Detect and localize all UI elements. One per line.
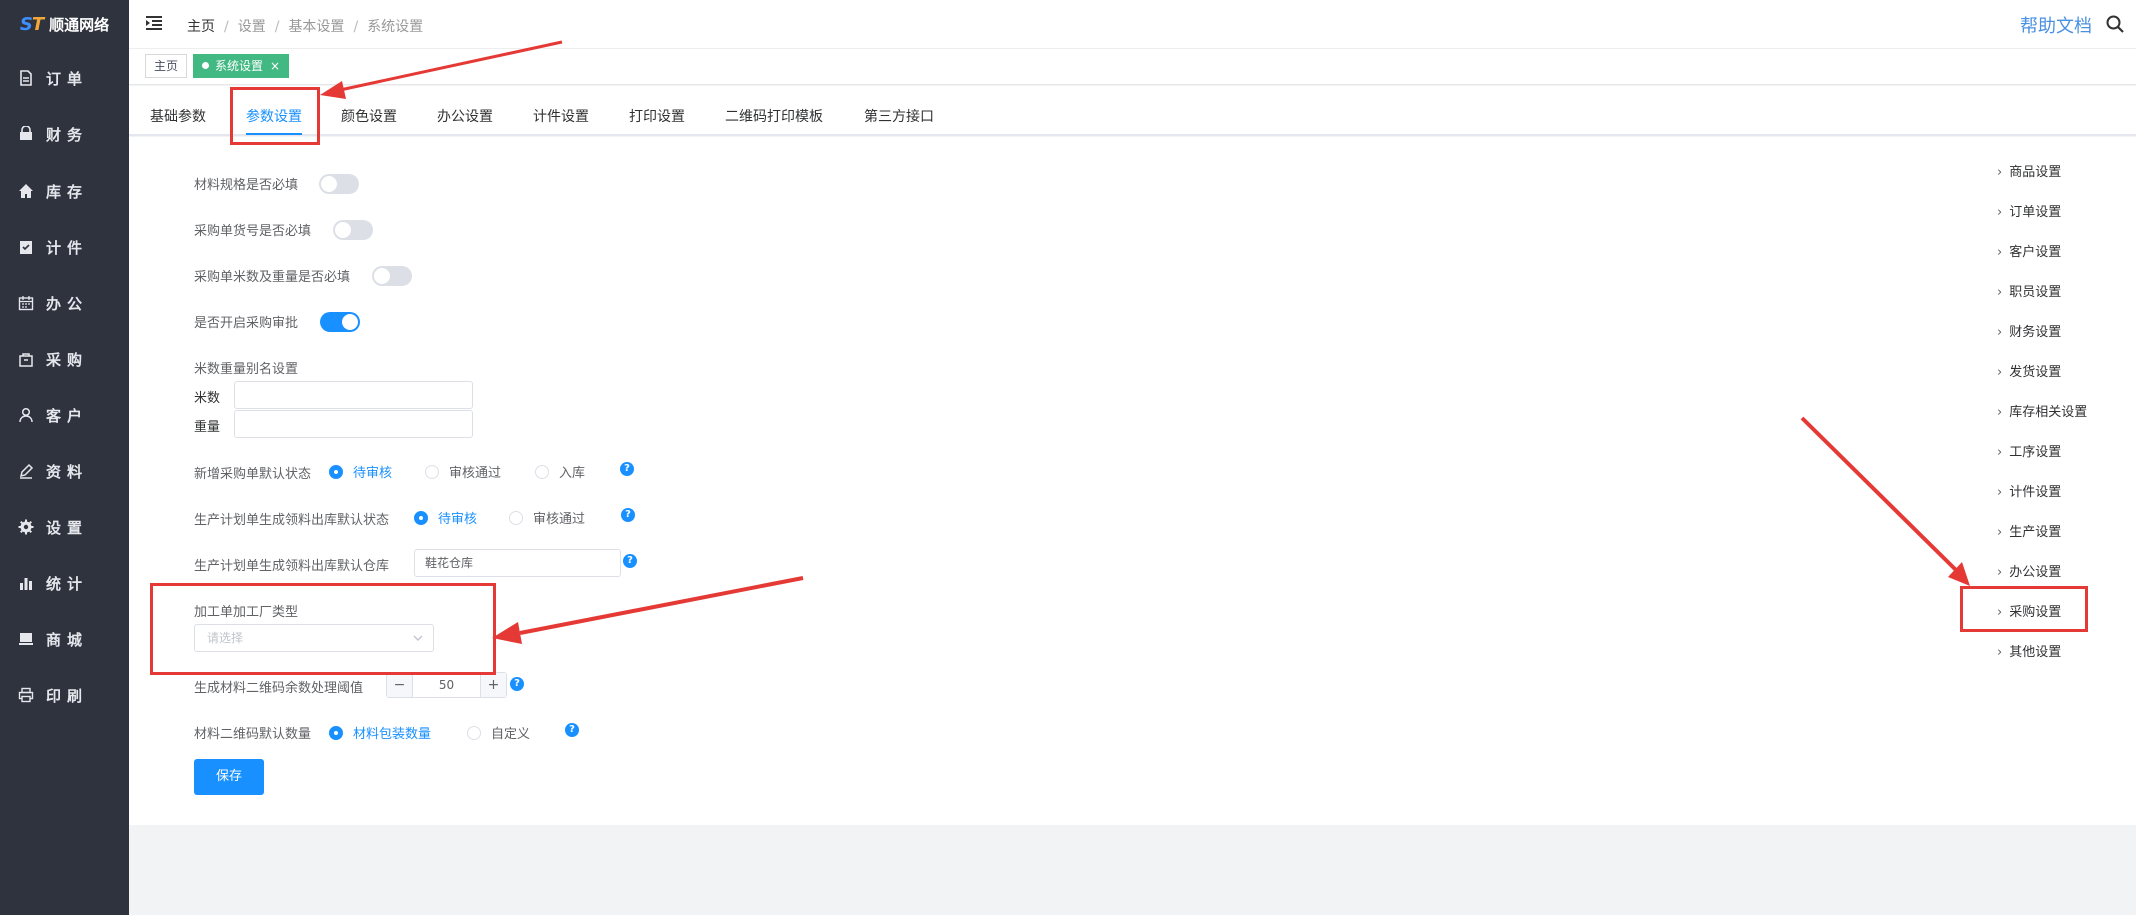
annotation-arrow-head [492,622,522,644]
app-root: ST 顺通网络 订单 财务 库存 计件 办公 采购 客户 资料 设置 统计 商城… [0,0,2136,915]
annotation-arrow-line [519,576,804,635]
annotation-arrow-head [320,81,346,99]
annotation-arrow-line [1800,416,1960,574]
annotation-arrows [320,40,1970,644]
annotation-arrow-line [339,40,563,92]
